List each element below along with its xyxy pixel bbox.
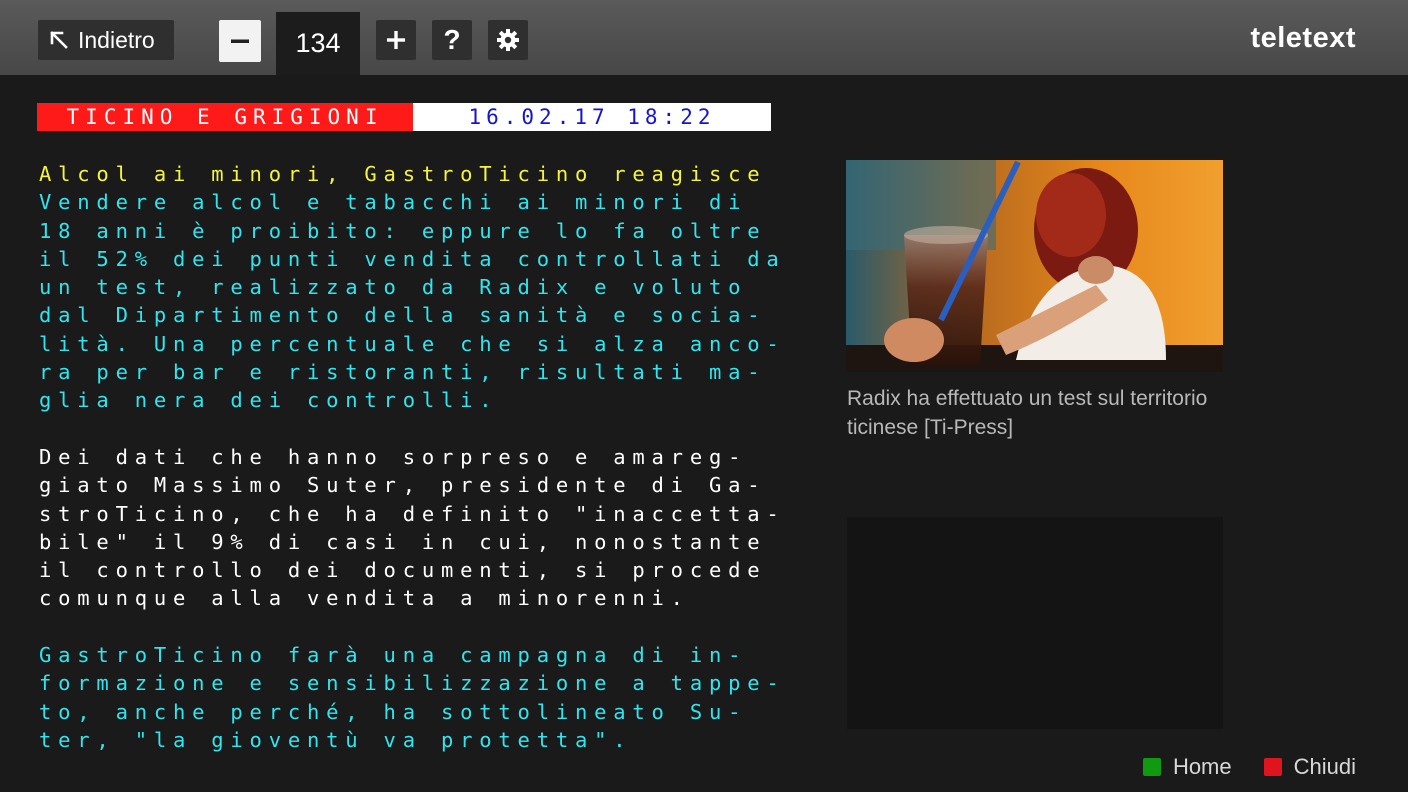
article-line: GastroTicino farà una campagna di in-: [39, 643, 748, 668]
article-line: dal Dipartimento della sanità e socia-: [39, 303, 767, 328]
article-line: 18 anni è proibito: eppure lo fa oltre: [39, 218, 767, 243]
arrow-up-left-icon: [50, 31, 68, 49]
help-button[interactable]: ?: [432, 20, 472, 60]
article-line: bile" il 9% di casi in cui, nonostante: [39, 529, 767, 554]
green-square-icon: [1142, 758, 1161, 776]
photo-illustration: [846, 160, 1223, 372]
article-line: un test, realizzato da Radix e voluto: [39, 275, 748, 300]
back-button[interactable]: Indietro: [38, 20, 174, 60]
article-line: Dei dati che hanno sorpreso e amareg-: [39, 444, 748, 469]
article-line: Alcol ai minori, GastroTicino reagisce: [39, 162, 767, 186]
page-number-field[interactable]: 134: [276, 12, 360, 75]
section-title: TICINO E GRIGIONI: [37, 103, 413, 131]
ad-placeholder: [847, 517, 1223, 729]
minus-icon: [231, 39, 249, 43]
close-label: Chiudi: [1293, 754, 1356, 779]
article-blank-line: [39, 613, 799, 641]
article-blank-line: [39, 415, 799, 443]
article-photo: [846, 160, 1223, 372]
top-toolbar: Indietro 134 ? teletext: [0, 0, 1408, 75]
article-line: giato Massimo Suter, presidente di Ga-: [39, 473, 767, 498]
article-line: lità. Una percentuale che si alza anco-: [39, 331, 786, 356]
plus-icon: [387, 31, 405, 49]
back-button-label: Indietro: [78, 26, 155, 53]
article-line: ra per bar e ristoranti, risultati ma-: [39, 360, 767, 385]
article-line: ter, "la gioventù va protetta".: [39, 727, 633, 752]
article-line: formazione e sensibilizzazione a tappe-: [39, 671, 786, 696]
photo-caption: Radix ha effettuato un test sul territor…: [847, 387, 1208, 439]
footer-nav: Home Chiudi: [1111, 754, 1356, 780]
article-line: il 52% dei punti vendita controllati da: [39, 246, 786, 271]
article-line: Vendere alcol e tabacchi ai minori di: [39, 190, 748, 215]
article-line: glia nera dei controlli.: [39, 388, 499, 413]
close-button[interactable]: Chiudi: [1263, 754, 1356, 780]
article-body: Alcol ai minori, GastroTicino reagisce Ve…: [39, 160, 799, 754]
teletext-logo: teletext: [1250, 22, 1356, 54]
home-button[interactable]: Home: [1142, 754, 1232, 780]
article-line: stroTicino, che ha definito "inaccetta-: [39, 501, 786, 526]
next-page-button[interactable]: [376, 20, 416, 60]
teletext-header: TICINO E GRIGIONI 16.02.17 18:22: [37, 103, 771, 131]
article-line: comunque alla vendita a minorenni.: [39, 586, 690, 611]
help-icon: ?: [443, 24, 461, 55]
red-square-icon: [1263, 758, 1282, 776]
home-label: Home: [1172, 754, 1232, 779]
article-line: il controllo dei documenti, si procede: [39, 558, 767, 583]
datetime-label: 16.02.17 18:22: [413, 103, 771, 131]
previous-page-button[interactable]: [219, 20, 261, 62]
article-line: to, anche perché, ha sottolineato Su-: [39, 699, 748, 724]
gear-icon: [497, 29, 519, 51]
settings-button[interactable]: [488, 20, 528, 60]
